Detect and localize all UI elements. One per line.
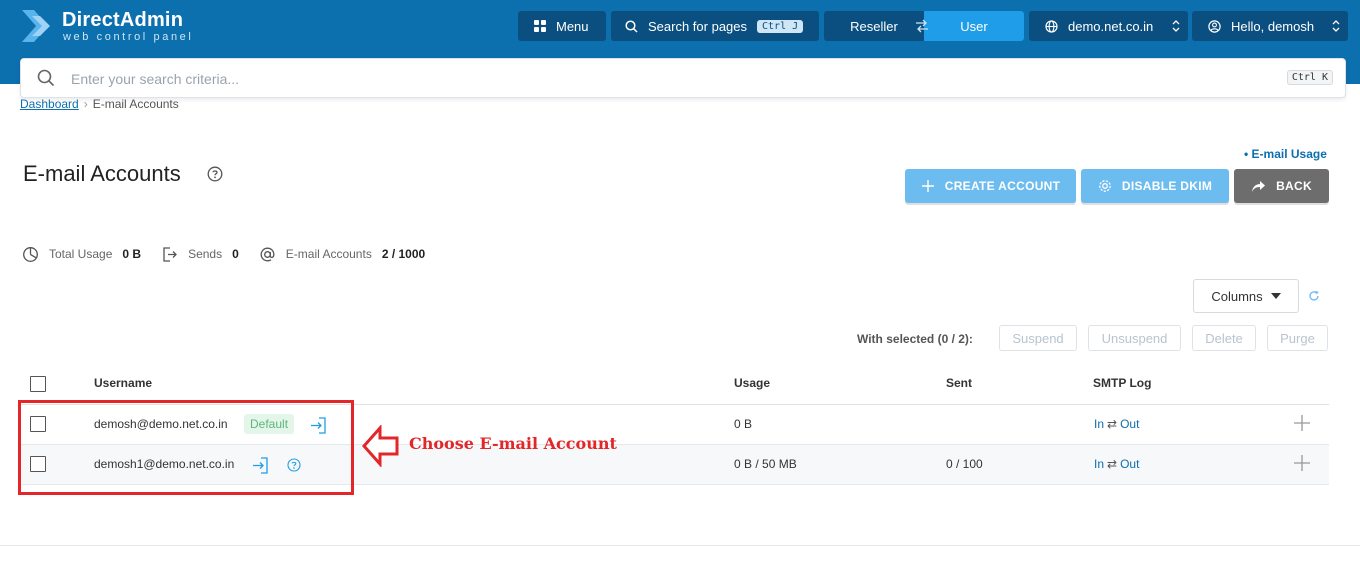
search-icon xyxy=(37,69,55,87)
menu-label: Menu xyxy=(556,18,589,34)
logo-chevron-icon xyxy=(22,10,50,42)
delete-button[interactable]: Delete xyxy=(1192,325,1256,351)
with-selected-label: With selected (0 / 2): xyxy=(857,332,973,346)
header-sent[interactable]: Sent xyxy=(946,376,972,390)
annotation-text: Choose E-mail Account xyxy=(409,434,617,453)
user-menu[interactable]: Hello, demosh xyxy=(1192,11,1348,41)
domain-label: demo.net.co.in xyxy=(1068,18,1154,34)
row-smtp-log: In ⇄ Out xyxy=(1094,417,1139,431)
plus-icon xyxy=(921,179,935,193)
refresh-icon[interactable] xyxy=(1308,290,1320,302)
gear-icon xyxy=(1098,179,1112,193)
columns-dropdown[interactable]: Columns xyxy=(1193,279,1299,313)
updown-caret-icon xyxy=(1172,20,1180,32)
updown-caret-icon xyxy=(1332,20,1340,32)
breadcrumb-current: E-mail Accounts xyxy=(92,97,179,111)
user-tab[interactable]: User xyxy=(924,11,1024,41)
smtp-in-link[interactable]: In xyxy=(1094,457,1104,471)
smtp-in-link[interactable]: In xyxy=(1094,417,1104,431)
columns-label: Columns xyxy=(1211,288,1263,304)
email-usage-link[interactable]: • E-mail Usage xyxy=(1244,147,1327,161)
annotation-highlight-box xyxy=(18,400,354,495)
page-search-button[interactable]: Search for pages Ctrl J xyxy=(611,11,819,41)
globe-icon xyxy=(1045,19,1058,33)
pie-chart-icon xyxy=(22,246,39,263)
footer-divider xyxy=(0,545,1360,546)
select-all-checkbox[interactable] xyxy=(30,376,46,392)
menu-button[interactable]: Menu xyxy=(518,11,606,41)
disable-dkim-label: DISABLE DKIM xyxy=(1121,179,1213,193)
back-button[interactable]: BACK xyxy=(1234,169,1329,203)
email-accounts-label: E-mail Accounts xyxy=(285,247,372,261)
search-shortcut: Ctrl K xyxy=(1286,70,1333,85)
create-account-label: CREATE ACCOUNT xyxy=(944,179,1061,193)
row-usage: 0 B xyxy=(734,417,753,431)
help-icon[interactable] xyxy=(207,166,223,182)
total-usage-label: Total Usage xyxy=(49,247,113,261)
table-header: Username Usage Sent SMTP Log xyxy=(20,365,1329,405)
total-usage-value: 0 B xyxy=(122,247,142,261)
row-usage: 0 B / 50 MB xyxy=(734,457,797,471)
logo-title: DirectAdmin xyxy=(62,9,184,31)
smtp-out-link[interactable]: Out xyxy=(1120,417,1139,431)
search-icon xyxy=(625,19,638,33)
swap-icon xyxy=(916,19,928,33)
reseller-label: Reseller xyxy=(850,18,898,34)
swap-arrows-icon: ⇄ xyxy=(1107,417,1118,431)
greeting-label: Hello, demosh xyxy=(1231,18,1315,34)
annotation-arrow-icon xyxy=(362,425,399,467)
header-username[interactable]: Username xyxy=(94,376,152,390)
grid-icon xyxy=(534,20,546,32)
swap-arrows-icon: ⇄ xyxy=(1107,457,1118,471)
stat-sends: Sends 0 xyxy=(161,246,239,263)
reseller-user-switch[interactable]: Reseller User xyxy=(824,11,1024,41)
email-stats: Total Usage 0 B Sends 0 E-mail Accounts … xyxy=(22,244,445,264)
expand-plus-icon[interactable] xyxy=(1293,414,1311,432)
sends-label: Sends xyxy=(188,247,223,261)
unsuspend-button[interactable]: Unsuspend xyxy=(1088,325,1181,351)
logo-subtitle: web control panel xyxy=(63,31,194,43)
create-account-button[interactable]: CREATE ACCOUNT xyxy=(905,169,1076,203)
breadcrumb-separator-icon: › xyxy=(83,97,88,111)
email-accounts-value: 2 / 1000 xyxy=(381,247,426,261)
expand-plus-icon[interactable] xyxy=(1293,454,1311,472)
breadcrumb: Dashboard › E-mail Accounts xyxy=(20,97,179,111)
domain-selector[interactable]: demo.net.co.in xyxy=(1029,11,1188,41)
sign-out-icon xyxy=(161,246,178,263)
user-circle-icon xyxy=(1208,19,1221,33)
search-shortcut: Ctrl J xyxy=(757,19,804,33)
directadmin-logo[interactable]: DirectAdmin web control panel xyxy=(20,6,210,46)
page-search-label: Search for pages xyxy=(648,18,748,34)
breadcrumb-dashboard[interactable]: Dashboard xyxy=(20,97,79,111)
row-smtp-log: In ⇄ Out xyxy=(1094,457,1139,471)
header-smtp-log: SMTP Log xyxy=(1093,376,1152,390)
search-input[interactable] xyxy=(71,67,1221,91)
sends-value: 0 xyxy=(232,247,239,261)
suspend-button[interactable]: Suspend xyxy=(999,325,1077,351)
caret-down-icon xyxy=(1270,293,1281,299)
global-search-bar: Ctrl K xyxy=(20,58,1346,98)
back-label: BACK xyxy=(1276,179,1312,193)
purge-button[interactable]: Purge xyxy=(1267,325,1328,351)
stat-total-usage: Total Usage 0 B xyxy=(22,246,141,263)
stat-email-accounts: E-mail Accounts 2 / 1000 xyxy=(259,246,425,263)
at-sign-icon xyxy=(259,246,276,263)
share-arrow-icon xyxy=(1251,180,1266,193)
header-usage[interactable]: Usage xyxy=(734,376,770,390)
row-sent: 0 / 100 xyxy=(946,457,983,471)
disable-dkim-button[interactable]: DISABLE DKIM xyxy=(1081,169,1229,203)
page-title: E-mail Accounts xyxy=(23,161,181,186)
reseller-tab[interactable]: Reseller xyxy=(824,11,928,41)
user-label: User xyxy=(960,18,988,34)
smtp-out-link[interactable]: Out xyxy=(1120,457,1139,471)
